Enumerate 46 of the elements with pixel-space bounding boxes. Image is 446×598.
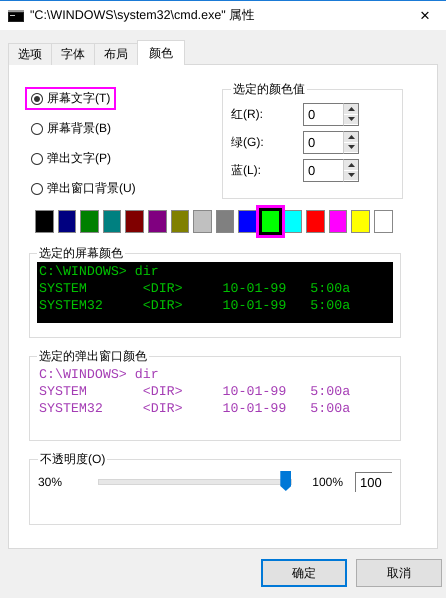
console-line: SYSTEM32 <DIR> 10-01-99 5:00a [39, 297, 352, 314]
console-line: SYSTEM32 <DIR> 10-01-99 5:00a [39, 400, 352, 417]
field-label: 绿(G): [231, 134, 265, 151]
up-arrow-icon [348, 106, 354, 111]
radio-button[interactable]: 弹出文字(P) [25, 147, 117, 170]
radio-button[interactable]: 屏幕背景(B) [25, 117, 117, 140]
field-label: 蓝(L): [231, 162, 262, 179]
group-title: 不透明度(O) [39, 451, 106, 468]
down-arrow-icon [348, 145, 354, 150]
spin-up-button[interactable] [344, 160, 358, 170]
group-title: 选定的屏幕颜色 [38, 245, 124, 262]
spin-down-button[interactable] [344, 114, 358, 125]
max-label: 100% [312, 475, 343, 489]
window-title: "C:\WINDOWS\system32\cmd.exe" 属性 [30, 7, 256, 24]
spin-down-button[interactable] [344, 170, 358, 181]
console-line: C:\WINDOWS> dir [39, 263, 160, 280]
close-button[interactable]: × [412, 6, 438, 26]
number-field[interactable]: 0 [303, 103, 343, 126]
slider-thumb[interactable] [280, 471, 292, 491]
tab[interactable]: 布局 [94, 43, 138, 65]
spin-up-button[interactable] [344, 104, 358, 114]
group-title: 选定的颜色值 [232, 81, 306, 98]
radio-button[interactable]: 屏幕文字(T) [25, 87, 116, 110]
console-icon [8, 10, 24, 22]
dialog-button[interactable]: 取消 [356, 559, 442, 587]
up-arrow-icon [348, 134, 354, 139]
spin-up-button[interactable] [344, 132, 358, 142]
tab[interactable]: 选项 [8, 43, 52, 65]
console-line: SYSTEM <DIR> 10-01-99 5:00a [39, 383, 352, 400]
tab[interactable]: 颜色 [137, 40, 185, 65]
group-title: 选定的弹出窗口颜色 [38, 348, 148, 365]
up-arrow-icon [348, 162, 354, 167]
radio-button[interactable]: 弹出窗口背景(U) [25, 177, 142, 200]
console-line: SYSTEM <DIR> 10-01-99 5:00a [39, 280, 352, 297]
dialog-button[interactable]: 确定 [261, 559, 347, 587]
tab[interactable]: 字体 [51, 43, 95, 65]
number-field[interactable]: 0 [303, 131, 343, 154]
spin-down-button[interactable] [344, 142, 358, 153]
number-field[interactable]: 0 [303, 159, 343, 182]
min-label: 30% [38, 475, 62, 489]
field-label: 红(R): [231, 106, 264, 123]
opacity-field[interactable]: 100 [355, 472, 392, 492]
console-line: C:\WINDOWS> dir [39, 366, 160, 383]
color-swatch[interactable] [258, 208, 282, 235]
down-arrow-icon [348, 117, 354, 122]
down-arrow-icon [348, 173, 354, 178]
